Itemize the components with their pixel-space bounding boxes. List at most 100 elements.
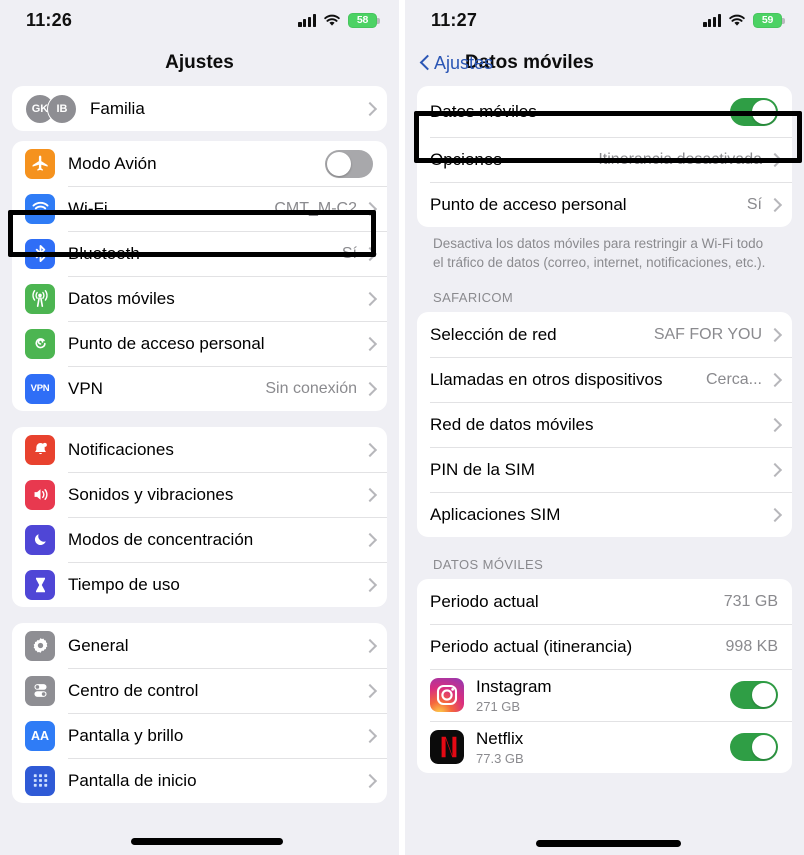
- notifications-icon: [25, 434, 55, 465]
- chevron-right-icon: [365, 247, 373, 260]
- home-indicator: [536, 840, 681, 847]
- airplane-icon: [25, 148, 55, 179]
- row-datos-moviles[interactable]: Datos móviles: [417, 86, 792, 137]
- display-brightness-icon: AA: [25, 720, 55, 751]
- sounds-icon: [25, 479, 55, 510]
- row-label: Llamadas en otros dispositivos: [430, 369, 663, 389]
- sidebar-item-pantalla-brillo[interactable]: AA Pantalla y brillo: [12, 713, 387, 758]
- sidebar-item-general[interactable]: General: [12, 623, 387, 668]
- sidebar-item-datos-moviles[interactable]: Datos móviles: [12, 276, 387, 321]
- sidebar-item-modos-concentracion[interactable]: Modos de concentración: [12, 517, 387, 562]
- row-red-datos-moviles[interactable]: Red de datos móviles: [417, 402, 792, 447]
- row-label: VPN: [68, 378, 103, 398]
- dual-phone-screenshot: 11:26 58 Ajustes GK IB Familia Modo Avió…: [0, 0, 804, 855]
- cellular-signal-icon: [298, 13, 316, 27]
- netflix-data-toggle[interactable]: [730, 733, 778, 762]
- row-label: Tiempo de uso: [68, 574, 180, 594]
- chevron-left-icon: [419, 54, 430, 72]
- row-label: Wi-Fi: [68, 198, 108, 218]
- back-button-label: Ajustes: [434, 52, 494, 73]
- connectivity-card: Modo Avión Wi-Fi CMT_M-C2 Bluetooth Sí D…: [12, 141, 387, 411]
- chevron-right-icon: [365, 488, 373, 501]
- chevron-right-icon: [365, 337, 373, 350]
- status-indicators: 59: [703, 12, 785, 28]
- row-label: Datos móviles: [68, 288, 175, 308]
- row-label: Selección de red: [430, 324, 557, 344]
- sidebar-item-centro-control[interactable]: Centro de control: [12, 668, 387, 713]
- chevron-right-icon: [365, 533, 373, 546]
- row-llamadas-otros-dispositivos[interactable]: Llamadas en otros dispositivos Cerca...: [417, 357, 792, 402]
- instagram-data-toggle[interactable]: [730, 681, 778, 710]
- wifi-status-icon: [728, 14, 746, 27]
- sidebar-item-notificaciones[interactable]: Notificaciones: [12, 427, 387, 472]
- family-avatars: GK IB: [25, 93, 77, 124]
- row-label: Datos móviles: [430, 101, 537, 121]
- sidebar-item-bluetooth[interactable]: Bluetooth Sí: [12, 231, 387, 276]
- row-label: Pantalla de inicio: [68, 770, 197, 790]
- chevron-right-icon: [365, 729, 373, 742]
- sidebar-item-vpn[interactable]: VPN VPN Sin conexión: [12, 366, 387, 411]
- family-card: GK IB Familia: [12, 86, 387, 131]
- row-label: Bluetooth: [68, 243, 140, 263]
- app-info: Netflix 77.3 GB: [476, 729, 730, 766]
- focus-icon: [25, 524, 55, 555]
- row-periodo-actual-itinerancia: Periodo actual (itinerancia) 998 KB: [417, 624, 792, 669]
- row-label: Familia: [90, 98, 145, 118]
- app-usage: 271 GB: [476, 698, 521, 714]
- wifi-icon: [25, 193, 55, 224]
- bluetooth-icon: [25, 238, 55, 269]
- row-periodo-actual: Periodo actual 731 GB: [417, 579, 792, 624]
- sidebar-item-sonidos[interactable]: Sonidos y vibraciones: [12, 472, 387, 517]
- battery-percent: 59: [761, 14, 774, 26]
- usage-value: 731 GB: [723, 592, 778, 610]
- cellular-scroll-area[interactable]: Datos móviles Opciones Itinerancia desac…: [405, 86, 804, 855]
- carrier-section-header: SAFARICOM: [433, 290, 514, 306]
- chevron-right-icon: [770, 508, 778, 521]
- chevron-right-icon: [365, 292, 373, 305]
- app-name: Netflix: [476, 728, 524, 748]
- screentime-icon: [25, 569, 55, 600]
- airplane-mode-toggle[interactable]: [325, 149, 373, 178]
- chevron-right-icon: [365, 102, 373, 115]
- status-bar-left: 11:26 58: [0, 0, 399, 40]
- chevron-right-icon: [770, 463, 778, 476]
- carrier-card: Selección de red SAF FOR YOU Llamadas en…: [417, 312, 792, 538]
- back-button[interactable]: Ajustes: [419, 53, 493, 74]
- row-punto-acceso-personal[interactable]: Punto de acceso personal Sí: [417, 182, 792, 227]
- battery-indicator: 59: [753, 12, 785, 28]
- roaming-state: Itinerancia desactivada: [598, 150, 762, 168]
- sidebar-item-familia[interactable]: GK IB Familia: [12, 86, 387, 131]
- cellular-data-toggle[interactable]: [730, 97, 778, 126]
- row-seleccion-de-red[interactable]: Selección de red SAF FOR YOU: [417, 312, 792, 357]
- battery-indicator: 58: [348, 12, 380, 28]
- app-row-netflix[interactable]: Netflix 77.3 GB: [417, 721, 792, 773]
- calls-state: Cerca...: [705, 370, 762, 388]
- cellular-footer-text: Desactiva los datos móviles para restrin…: [433, 236, 766, 270]
- sidebar-item-punto-acceso[interactable]: Punto de acceso personal: [12, 321, 387, 366]
- sidebar-item-modo-avion[interactable]: Modo Avión: [12, 141, 387, 186]
- row-label: General: [68, 635, 129, 655]
- row-label: Sonidos y vibraciones: [68, 484, 234, 504]
- status-bar-right: 11:27 59: [405, 0, 804, 40]
- sidebar-item-wifi[interactable]: Wi-Fi CMT_M-C2: [12, 186, 387, 231]
- settings-scroll-area[interactable]: GK IB Familia Modo Avión Wi-Fi CMT_M-C2 …: [0, 86, 399, 855]
- bluetooth-state: Sí: [341, 244, 357, 262]
- usage-value: 998 KB: [725, 637, 778, 655]
- page-title: Datos móviles: [465, 52, 594, 73]
- chevron-right-icon: [770, 153, 778, 166]
- sidebar-item-tiempo-uso[interactable]: Tiempo de uso: [12, 562, 387, 607]
- row-label: Punto de acceso personal: [68, 333, 265, 353]
- page-title: Ajustes: [165, 52, 234, 73]
- sidebar-item-pantalla-inicio[interactable]: Pantalla de inicio: [12, 758, 387, 803]
- network-name: SAF FOR YOU: [653, 325, 762, 343]
- row-label: Periodo actual (itinerancia): [430, 636, 633, 656]
- row-aplicaciones-sim[interactable]: Aplicaciones SIM: [417, 492, 792, 537]
- row-pin-sim[interactable]: PIN de la SIM: [417, 447, 792, 492]
- app-row-instagram[interactable]: Instagram 271 GB: [417, 669, 792, 721]
- left-phone-settings-screen: 11:26 58 Ajustes GK IB Familia Modo Avió…: [0, 0, 399, 855]
- usage-card: Periodo actual 731 GB Periodo actual (it…: [417, 579, 792, 774]
- status-indicators: 58: [298, 12, 380, 28]
- wifi-network-name: CMT_M-C2: [274, 199, 357, 217]
- chevron-right-icon: [365, 443, 373, 456]
- row-opciones[interactable]: Opciones Itinerancia desactivada: [417, 137, 792, 182]
